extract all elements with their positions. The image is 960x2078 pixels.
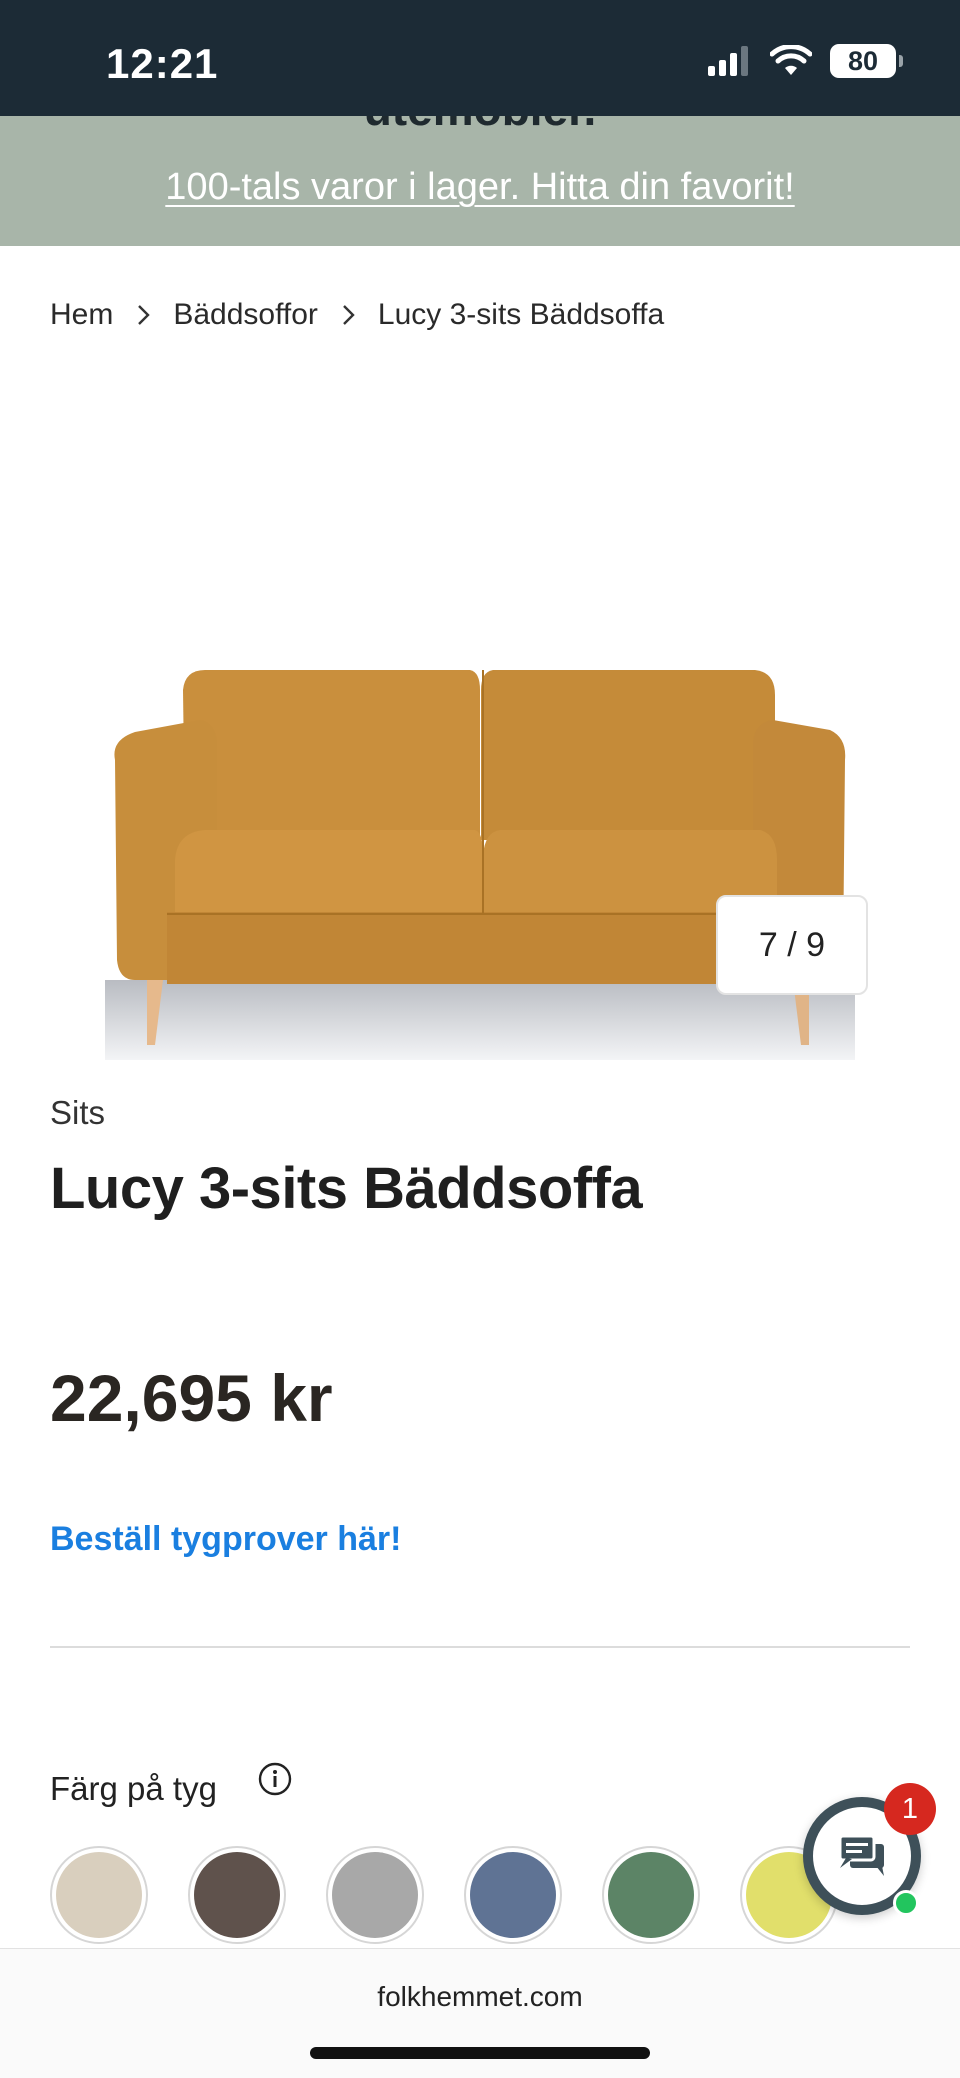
color-swatch[interactable] <box>602 1846 700 1944</box>
product-price: 22,695 kr <box>50 1361 333 1435</box>
breadcrumb: Hem Bäddsoffor Lucy 3-sits Bäddsoffa <box>50 298 664 332</box>
swatch-color <box>470 1852 556 1938</box>
color-swatch[interactable] <box>326 1846 424 1944</box>
swatch-color <box>608 1852 694 1938</box>
product-title: Lucy 3-sits Bäddsoffa <box>50 1156 643 1221</box>
promo-banner: utemöbler. 100-tals varor i lager. Hitta… <box>0 116 960 246</box>
order-samples-link[interactable]: Beställ tygprover här! <box>50 1520 401 1559</box>
color-swatch[interactable] <box>188 1846 286 1944</box>
swatch-color <box>332 1852 418 1938</box>
browser-bar: folkhemmet.com <box>0 1948 960 2078</box>
swatch-color <box>56 1852 142 1938</box>
battery-icon: 80 <box>830 44 903 78</box>
color-swatches <box>50 1846 838 1944</box>
status-icons: 80 <box>708 44 903 78</box>
online-status-dot <box>893 1890 919 1916</box>
breadcrumb-category[interactable]: Bäddsoffor <box>173 298 318 332</box>
chat-notification-badge: 1 <box>884 1783 936 1835</box>
chevron-right-icon <box>343 305 355 325</box>
chat-bubble-icon <box>838 1834 884 1876</box>
cellular-signal-icon <box>708 46 748 76</box>
battery-level: 80 <box>847 45 879 76</box>
color-swatch[interactable] <box>50 1846 148 1944</box>
promo-link[interactable]: 100-tals varor i lager. Hitta din favori… <box>0 166 960 209</box>
promo-heading: utemöbler. <box>0 116 960 136</box>
breadcrumb-home[interactable]: Hem <box>50 298 113 332</box>
divider <box>50 1646 910 1648</box>
breadcrumb-current: Lucy 3-sits Bäddsoffa <box>377 298 665 331</box>
chevron-right-icon <box>138 305 151 325</box>
info-icon[interactable] <box>258 1762 292 1796</box>
status-time: 12:21 <box>106 40 219 87</box>
address-bar[interactable]: folkhemmet.com <box>0 1981 960 2013</box>
home-indicator[interactable] <box>310 2047 650 2059</box>
fabric-color-label: Färg på tyg <box>50 1770 217 1807</box>
swatch-color <box>194 1852 280 1938</box>
image-counter: 7 / 9 <box>716 895 868 995</box>
product-category[interactable]: Sits <box>50 1094 105 1132</box>
color-swatch[interactable] <box>464 1846 562 1944</box>
wifi-icon <box>770 45 812 75</box>
status-bar: 12:21 80 <box>0 0 960 116</box>
